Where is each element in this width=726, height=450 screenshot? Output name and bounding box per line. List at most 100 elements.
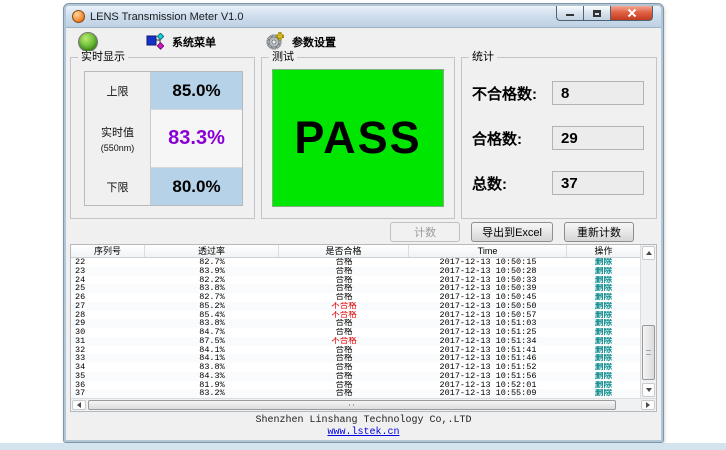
close-button[interactable] — [611, 6, 653, 21]
realtime-panel-title: 实时显示 — [78, 51, 128, 64]
table-row: 2983.8%合格2017-12-13 10:51:03删除 — [71, 319, 640, 328]
delete-link[interactable]: 删除 — [595, 389, 612, 398]
delete-link[interactable]: 删除 — [595, 293, 612, 302]
recount-button[interactable]: 重新计数 — [564, 222, 634, 242]
cell-time: 2017-12-13 10:52:01 — [409, 381, 567, 390]
app-window: LENS Transmission Meter V1.0 系统菜单 — [64, 4, 663, 442]
table-row: 2282.7%合格2017-12-13 10:50:15删除 — [71, 258, 640, 267]
horizontal-scrollbar[interactable] — [71, 398, 656, 411]
cell-time: 2017-12-13 10:55:09 — [409, 389, 567, 398]
stat-row-total: 总数: 37 — [472, 171, 644, 195]
delete-link[interactable]: 删除 — [595, 337, 612, 346]
header-time[interactable]: Time — [409, 245, 567, 257]
website-link[interactable]: www.lstek.cn — [327, 427, 399, 438]
realtime-display-box: 上限 85.0% 实时值 (550nm) 83.3% 下限 80.0% — [84, 71, 243, 206]
export-excel-button[interactable]: 导出到Excel — [471, 222, 553, 242]
cell-transmittance: 84.1% — [145, 354, 279, 363]
delete-link[interactable]: 删除 — [595, 284, 612, 293]
upper-limit-label: 上限 — [85, 72, 151, 109]
delete-link[interactable]: 删除 — [595, 302, 612, 311]
pass-count-value: 29 — [552, 126, 644, 150]
scroll-up-button[interactable] — [642, 246, 655, 260]
test-panel: 测试 PASS — [261, 57, 455, 219]
wavelength-label: (550nm) — [101, 143, 135, 153]
table-row: 2482.2%合格2017-12-13 10:50:33删除 — [71, 276, 640, 285]
header-serial[interactable]: 序列号 — [71, 245, 145, 257]
table-content: 序列号 透过率 是否合格 Time 操作 2282.7%合格2017-12-13… — [71, 245, 640, 398]
delete-link[interactable]: 删除 — [595, 276, 612, 285]
cell-serial: 35 — [71, 372, 145, 381]
cell-serial: 34 — [71, 363, 145, 372]
cell-transmittance: 83.8% — [145, 319, 279, 328]
cell-operation: 删除 — [567, 267, 640, 276]
delete-link[interactable]: 删除 — [595, 311, 612, 320]
fail-count-label: 不合格数: — [472, 83, 537, 104]
delete-link[interactable]: 删除 — [595, 267, 612, 276]
cell-operation: 删除 — [567, 276, 640, 285]
fail-count-value: 8 — [552, 81, 644, 105]
cell-result: 合格 — [279, 328, 409, 337]
scroll-left-button[interactable] — [72, 400, 86, 410]
maximize-button[interactable] — [584, 6, 611, 21]
delete-link[interactable]: 删除 — [595, 258, 612, 267]
arrow-right-icon — [646, 402, 650, 408]
pass-count-label: 合格数: — [472, 128, 522, 149]
cell-time: 2017-12-13 10:50:33 — [409, 276, 567, 285]
scroll-down-button[interactable] — [642, 383, 655, 397]
company-name: Shenzhen Linshang Technology Co,.LTD — [255, 415, 471, 426]
cell-transmittance: 84.3% — [145, 372, 279, 381]
cell-serial: 28 — [71, 311, 145, 320]
count-button[interactable]: 计数 — [390, 222, 460, 242]
cell-transmittance: 87.5% — [145, 337, 279, 346]
vertical-scrollbar[interactable] — [640, 245, 656, 398]
delete-link[interactable]: 删除 — [595, 372, 612, 381]
delete-link[interactable]: 删除 — [595, 328, 612, 337]
cell-time: 2017-12-13 10:51:56 — [409, 372, 567, 381]
lower-limit-value: 80.0% — [151, 168, 242, 205]
cell-result: 合格 — [279, 381, 409, 390]
realtime-panel: 实时显示 上限 85.0% 实时值 (550nm) 83.3% 下限 80.0% — [70, 57, 255, 219]
cell-time: 2017-12-13 10:51:46 — [409, 354, 567, 363]
cell-transmittance: 82.7% — [145, 258, 279, 267]
cell-serial: 29 — [71, 319, 145, 328]
header-result[interactable]: 是否合格 — [279, 245, 409, 257]
param-settings-button[interactable]: 参数设置 — [264, 32, 336, 52]
maximize-icon — [593, 10, 601, 17]
header-transmittance[interactable]: 透过率 — [145, 245, 279, 257]
system-menu-icon — [146, 33, 164, 51]
cell-time: 2017-12-13 10:50:45 — [409, 293, 567, 302]
table-main: 序列号 透过率 是否合格 Time 操作 2282.7%合格2017-12-13… — [71, 245, 656, 398]
table-body: 2282.7%合格2017-12-13 10:50:15删除2383.9%合格2… — [71, 258, 640, 398]
table-row: 3187.5%不合格2017-12-13 10:51:34删除 — [71, 337, 640, 346]
vertical-scroll-thumb[interactable] — [642, 325, 655, 380]
cell-result: 合格 — [279, 293, 409, 302]
cell-serial: 36 — [71, 381, 145, 390]
delete-link[interactable]: 删除 — [595, 319, 612, 328]
arrow-up-icon — [646, 251, 652, 255]
cell-result: 合格 — [279, 319, 409, 328]
delete-link[interactable]: 删除 — [595, 354, 612, 363]
cell-serial: 23 — [71, 267, 145, 276]
cell-operation: 删除 — [567, 389, 640, 398]
current-label-text: 实时值 — [101, 124, 134, 140]
minimize-button[interactable] — [556, 6, 584, 21]
cell-result: 合格 — [279, 276, 409, 285]
lower-limit-label: 下限 — [85, 168, 151, 205]
cell-result: 不合格 — [279, 311, 409, 320]
stat-row-fail: 不合格数: 8 — [472, 81, 644, 105]
scroll-right-button[interactable] — [641, 400, 655, 410]
bottom-strip — [0, 443, 726, 450]
delete-link[interactable]: 删除 — [595, 346, 612, 355]
cell-time: 2017-12-13 10:50:57 — [409, 311, 567, 320]
horizontal-scroll-thumb[interactable] — [88, 400, 616, 410]
header-operation[interactable]: 操作 — [567, 245, 640, 257]
system-menu-button[interactable]: 系统菜单 — [146, 33, 216, 51]
cell-serial: 22 — [71, 258, 145, 267]
footer: Shenzhen Linshang Technology Co,.LTD www… — [66, 412, 661, 440]
table-row: 3384.1%合格2017-12-13 10:51:46删除 — [71, 354, 640, 363]
param-settings-label: 参数设置 — [292, 34, 336, 50]
delete-link[interactable]: 删除 — [595, 381, 612, 390]
cell-operation: 删除 — [567, 293, 640, 302]
cell-result: 合格 — [279, 346, 409, 355]
delete-link[interactable]: 删除 — [595, 363, 612, 372]
